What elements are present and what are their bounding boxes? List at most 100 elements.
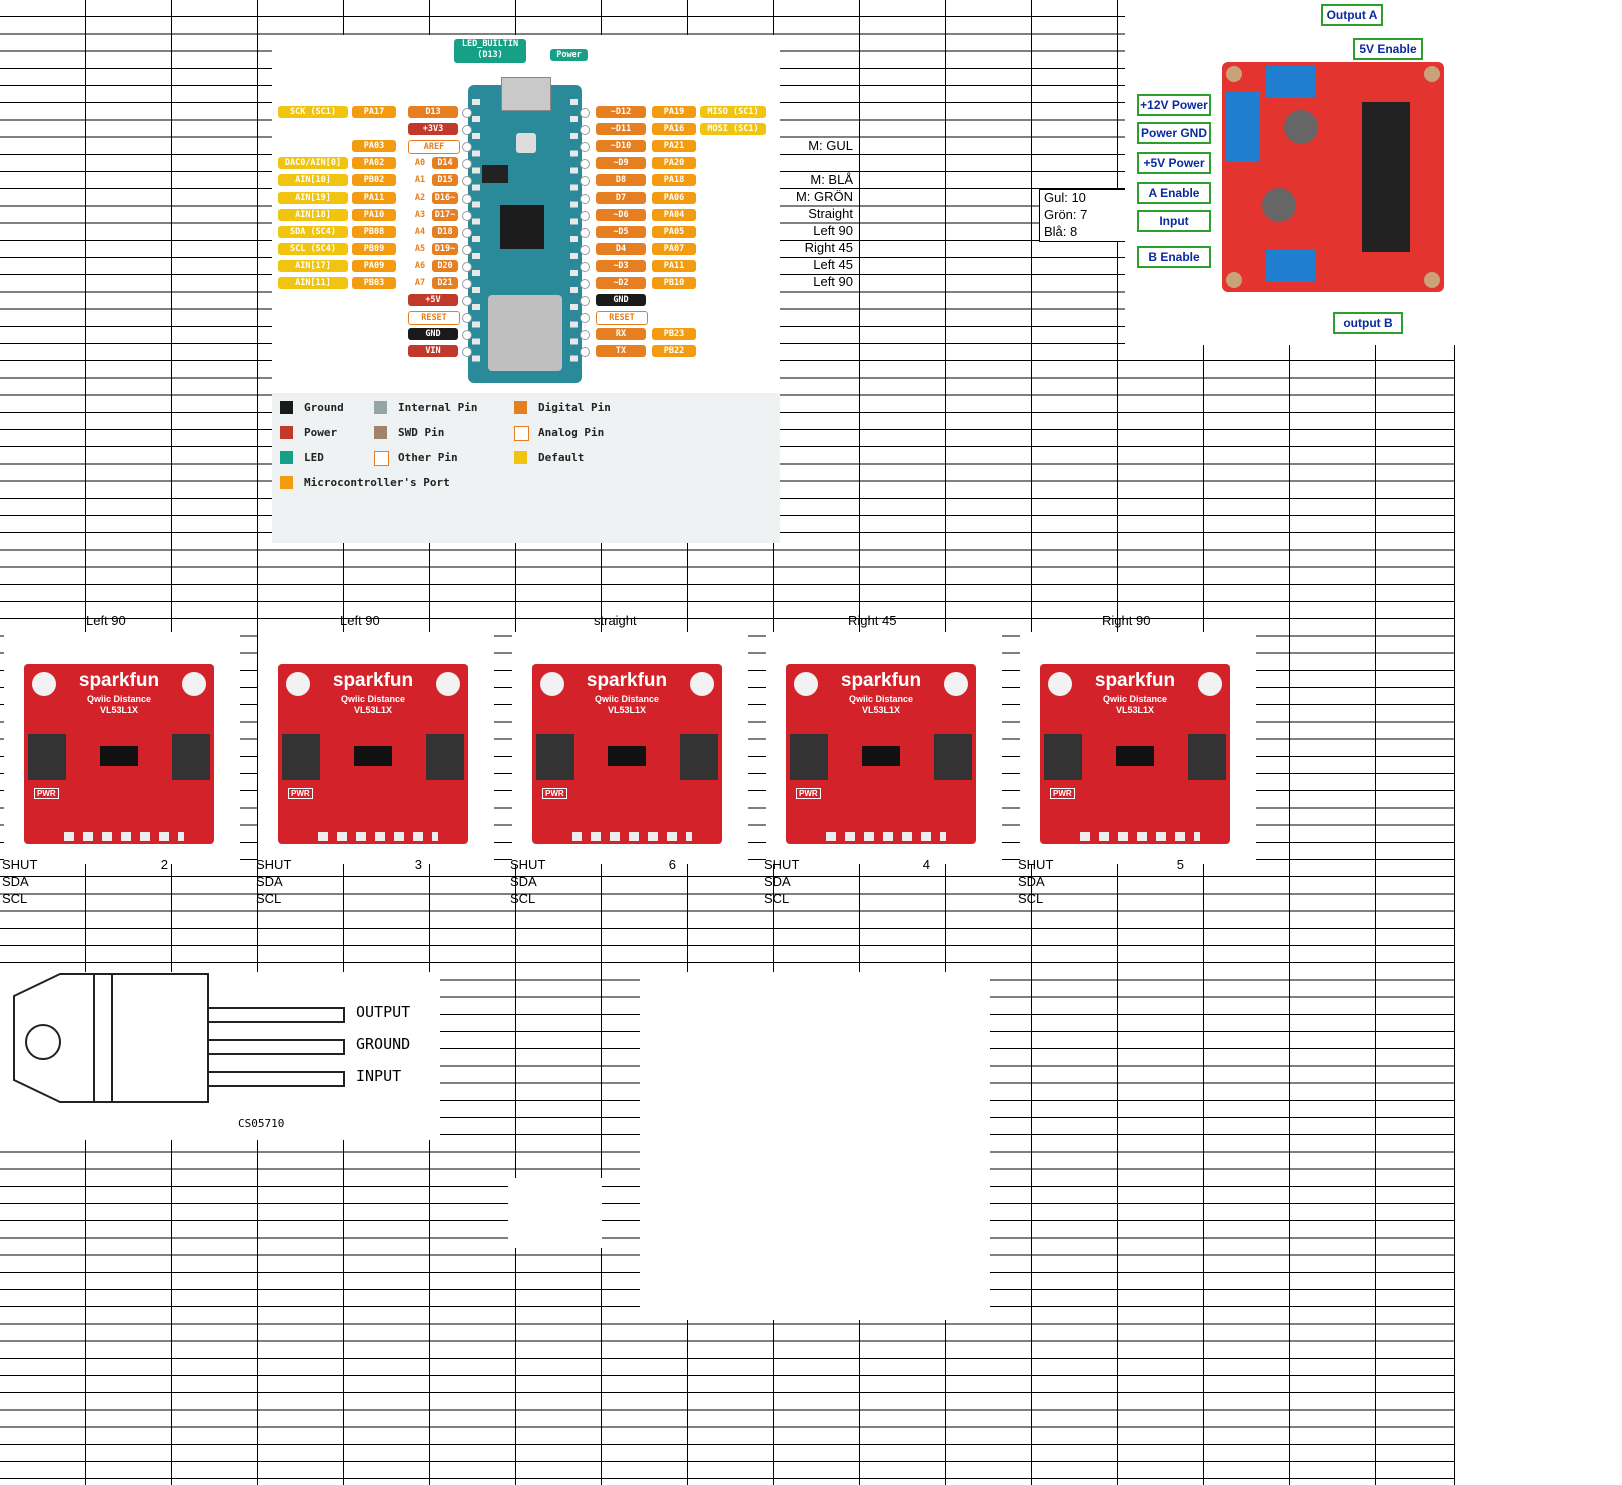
- board-line1: Qwiic Distance: [86, 694, 152, 704]
- right-pin-1: ~D11: [596, 123, 646, 136]
- pin-pad: [580, 125, 590, 136]
- sensor-direction-0[interactable]: Left 90: [86, 613, 126, 629]
- sensor-shut-2[interactable]: SHUT: [510, 857, 545, 873]
- sensor-sda-3[interactable]: SDA: [764, 874, 791, 890]
- left-analog-5: A2: [410, 191, 430, 204]
- sensor-scl-3[interactable]: SCL: [764, 891, 789, 907]
- right-mcu-8: PA07: [652, 242, 696, 255]
- sensor-sda-2[interactable]: SDA: [510, 874, 537, 890]
- label-power-gnd: Power GND: [1137, 122, 1211, 144]
- pin-header: [1080, 832, 1200, 841]
- note-m-gul[interactable]: M: GUL: [760, 138, 853, 154]
- mount-hole-bl: [1226, 272, 1242, 288]
- reg-code: CS05710: [238, 1117, 285, 1130]
- label-a-enable: A Enable: [1137, 182, 1211, 204]
- qwiic-connector-l: [282, 734, 320, 780]
- pin-pad: [462, 193, 472, 204]
- pin-pad: [462, 210, 472, 221]
- left-mcu-7: PB08: [352, 225, 396, 238]
- right-pin-3: ~D9: [596, 157, 646, 170]
- legend-label: Power: [304, 426, 338, 439]
- sensor-scl-4[interactable]: SCL: [1018, 891, 1043, 907]
- pin-pad: [580, 244, 590, 255]
- arduino-board: [468, 77, 582, 383]
- legend-swatch: [374, 451, 389, 466]
- note-left45[interactable]: Left 45: [760, 257, 853, 273]
- note-straight[interactable]: Straight: [760, 206, 853, 222]
- sensor-direction-4[interactable]: Right 90: [1102, 613, 1150, 629]
- capacitor-2: [1262, 188, 1296, 222]
- sensor-shut-4[interactable]: SHUT: [1018, 857, 1053, 873]
- pin-header: [318, 832, 438, 841]
- sensor-scl-0[interactable]: SCL: [2, 891, 27, 907]
- note-m-gron[interactable]: M: GRÖN: [760, 189, 853, 205]
- pin-pad: [580, 193, 590, 204]
- legend-swatch: [280, 476, 293, 489]
- board-line2: VL53L1X: [99, 705, 139, 715]
- qwiic-connector-r: [1188, 734, 1226, 780]
- left-pin-13: GND: [408, 328, 458, 341]
- sensor-direction-3[interactable]: Right 45: [848, 613, 896, 629]
- left-pin-3: D14: [432, 157, 458, 170]
- sensor-pin-0[interactable]: 2: [86, 857, 168, 873]
- sensor-chip: [608, 746, 646, 766]
- sensor-pin-1[interactable]: 3: [340, 857, 422, 873]
- sensor-direction-1[interactable]: Left 90: [340, 613, 380, 629]
- pin-pad: [462, 261, 472, 272]
- terminal-output-b: [1266, 250, 1316, 282]
- pwr-label: PWR: [1050, 788, 1075, 799]
- l298n-image: Output A 5V Enable +12V Power Power GND …: [1125, 0, 1475, 345]
- legend-label: Default: [538, 451, 585, 464]
- sensor-pin-2[interactable]: 6: [594, 857, 676, 873]
- pins-text-box[interactable]: Gul: 10 Grön: 7 Blå: 8: [1039, 189, 1130, 242]
- crystal: [482, 165, 508, 183]
- sensor-board: sparkfun Qwiic Distance VL53L1X PWR: [1040, 664, 1230, 844]
- reg-ground-label: GROUND: [356, 1035, 411, 1053]
- board-line2: VL53L1X: [1115, 705, 1155, 715]
- sensor-shut-3[interactable]: SHUT: [764, 857, 799, 873]
- sensor-pin-4[interactable]: 5: [1102, 857, 1184, 873]
- right-mcu-6: PA04: [652, 208, 696, 221]
- left-analog-6: A3: [410, 208, 430, 221]
- left-mcu-10: PB03: [352, 277, 396, 289]
- sensor-board: sparkfun Qwiic Distance VL53L1X PWR: [278, 664, 468, 844]
- sensor-shut-0[interactable]: SHUT: [2, 857, 37, 873]
- pin-pad: [580, 108, 590, 118]
- legend-swatch: [514, 451, 527, 464]
- sensor-direction-2[interactable]: straight: [594, 613, 637, 629]
- pin-pad: [580, 347, 590, 358]
- sensor-sda-1[interactable]: SDA: [256, 874, 283, 890]
- left-port-5: AIN[19]: [278, 191, 348, 204]
- qwiic-connector-l: [536, 734, 574, 780]
- board-line2: VL53L1X: [353, 705, 393, 715]
- left-port-10: AIN[11]: [278, 277, 348, 289]
- sparkfun-logo: sparkfun: [586, 670, 668, 691]
- sensor-scl-1[interactable]: SCL: [256, 891, 281, 907]
- legend-swatch: [374, 401, 387, 414]
- note-m-bla[interactable]: M: BLÅ: [760, 172, 853, 188]
- sensor-scl-2[interactable]: SCL: [510, 891, 535, 907]
- left-pin-14: VIN: [408, 345, 458, 358]
- right-pin-5: D7: [596, 191, 646, 204]
- qwiic-connector-l: [1044, 734, 1082, 780]
- sensor-image-4: sparkfun Qwiic Distance VL53L1X PWR: [1020, 632, 1256, 864]
- note-right45[interactable]: Right 45: [760, 240, 853, 256]
- reg-input-label: INPUT: [356, 1067, 402, 1085]
- note-left90a[interactable]: Left 90: [760, 223, 853, 239]
- board-line1: Qwiic Distance: [594, 694, 660, 704]
- note-left90b[interactable]: Left 90: [760, 274, 853, 290]
- sensor-shut-1[interactable]: SHUT: [256, 857, 291, 873]
- legend-swatch: [280, 401, 293, 414]
- right-pin-10: ~D2: [596, 277, 646, 289]
- pwr-label: PWR: [542, 788, 567, 799]
- left-pin-11: +5V: [408, 294, 458, 307]
- sensor-sda-4[interactable]: SDA: [1018, 874, 1045, 890]
- sensor-pin-3[interactable]: 4: [848, 857, 930, 873]
- left-pin-9: D20: [432, 259, 458, 272]
- right-pin-6: ~D6: [596, 208, 646, 221]
- header-left: [472, 99, 480, 369]
- board-line1: Qwiic Distance: [848, 694, 914, 704]
- left-mcu-4: PB02: [352, 174, 396, 187]
- board-line2: VL53L1X: [861, 705, 901, 715]
- sensor-sda-0[interactable]: SDA: [2, 874, 29, 890]
